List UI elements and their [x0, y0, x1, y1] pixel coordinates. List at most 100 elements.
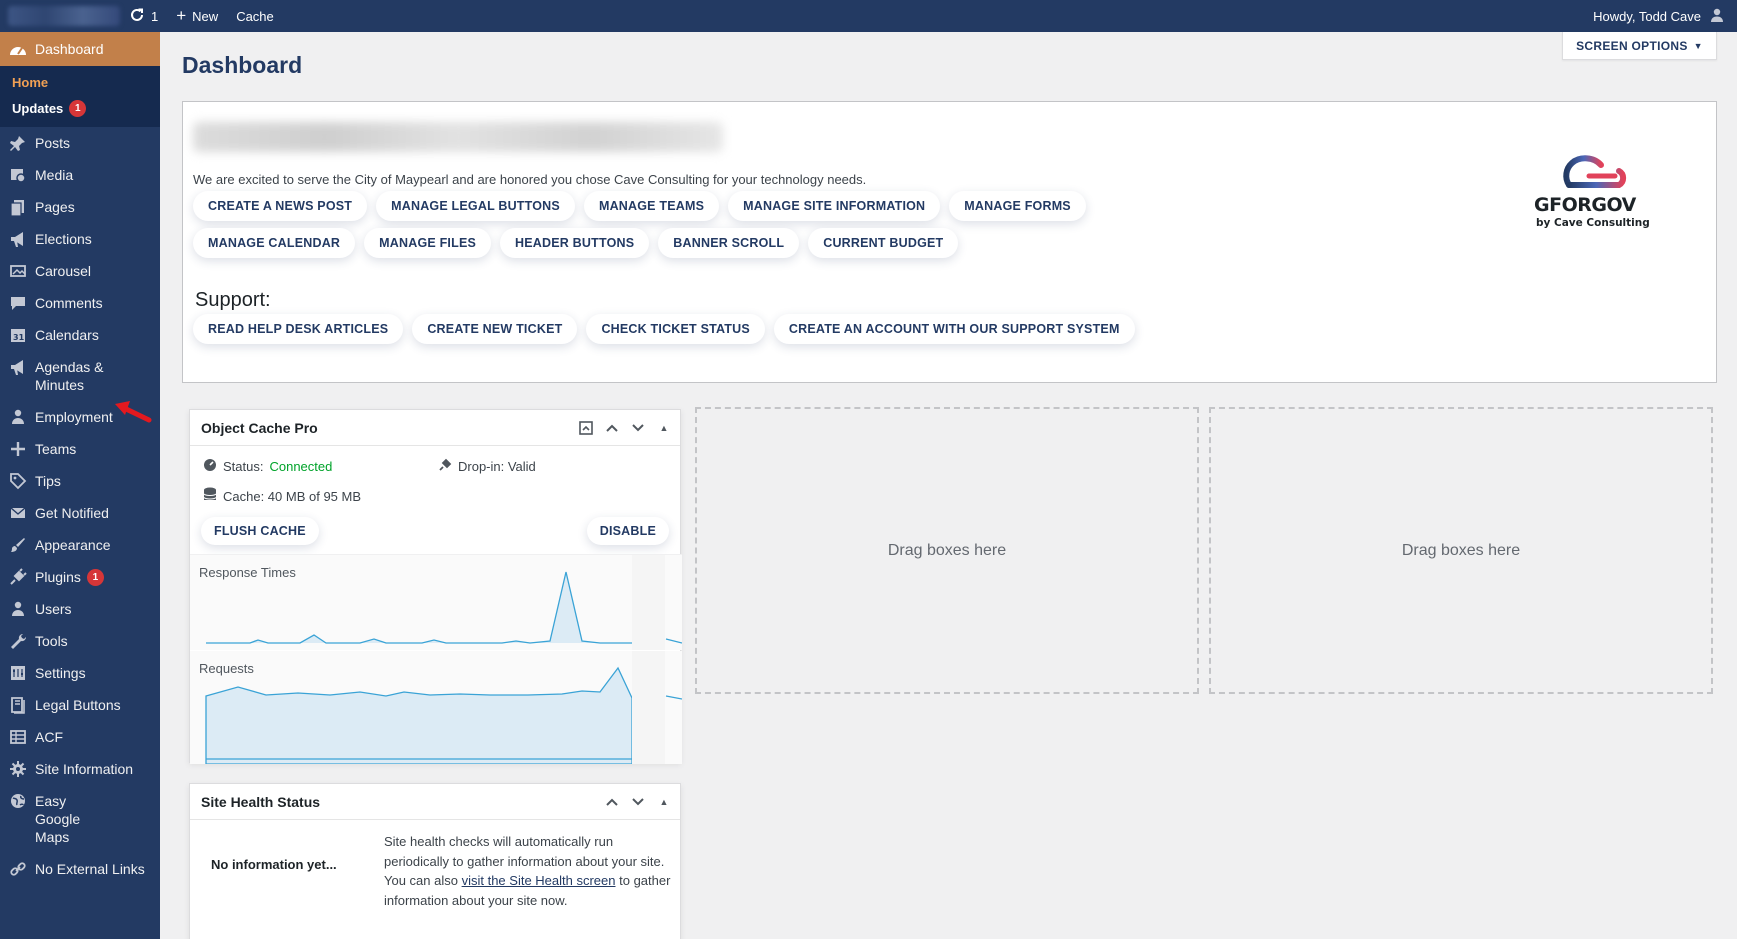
- move-down-icon[interactable]: [629, 793, 647, 811]
- cache-menu[interactable]: Cache: [227, 0, 283, 32]
- sidebar-item-get-notified[interactable]: Get Notified: [0, 497, 160, 529]
- submenu-home[interactable]: Home: [0, 70, 160, 95]
- manage-calendar-button[interactable]: MANAGE CALENDAR: [193, 228, 356, 258]
- manage-teams-button[interactable]: MANAGE TEAMS: [583, 191, 720, 221]
- sidebar-item-elections[interactable]: Elections: [0, 223, 160, 255]
- welcome-heading-blurred: [193, 122, 723, 152]
- sidebar-item-label: No External Links: [35, 861, 145, 877]
- sidebar-item-label: Teams: [35, 441, 77, 457]
- plus-icon: +: [176, 6, 187, 25]
- sidebar-item-plugins[interactable]: Plugins 1: [0, 561, 160, 593]
- manage-legal-buttons-button[interactable]: MANAGE LEGAL BUTTONS: [376, 191, 575, 221]
- email-icon: [8, 504, 28, 522]
- admin-sidebar: Dashboard Home Updates 1 Posts Media Pages E…: [0, 32, 160, 939]
- check-ticket-status-button[interactable]: CHECK TICKET STATUS: [586, 314, 765, 344]
- account-menu[interactable]: Howdy, Todd Cave: [1593, 7, 1737, 26]
- sidebar-item-legal-buttons[interactable]: Legal Buttons: [0, 689, 160, 721]
- sidebar-item-label: Get Notified: [35, 505, 109, 521]
- sidebar-item-users[interactable]: Users: [0, 593, 160, 625]
- pin-icon: [8, 134, 28, 152]
- create-a-news-post-button[interactable]: CREATE A NEWS POST: [193, 191, 368, 221]
- create-an-account-with-our-support-system-button[interactable]: CREATE AN ACCOUNT WITH OUR SUPPORT SYSTE…: [773, 314, 1135, 344]
- dashboard-submenu: Home Updates 1: [0, 66, 160, 127]
- new-content-button[interactable]: + New: [167, 0, 227, 32]
- toggle-panel-icon[interactable]: ▲: [655, 419, 673, 437]
- sidebar-item-label: Calendars: [35, 327, 99, 343]
- howdy-text: Howdy, Todd Cave: [1593, 8, 1701, 24]
- sidebar-item-posts[interactable]: Posts: [0, 127, 160, 159]
- settings-icon: [8, 664, 28, 682]
- screen-options-label: SCREEN OPTIONS: [1576, 38, 1688, 53]
- sidebar-item-label: Tools: [35, 633, 68, 649]
- widget-settings-icon[interactable]: [577, 419, 595, 437]
- drop-zone-label: Drag boxes here: [1401, 541, 1521, 559]
- current-budget-button[interactable]: CURRENT BUDGET: [808, 228, 959, 258]
- sidebar-item-label: Easy Google Maps: [35, 793, 81, 845]
- sidebar-item-label: Media: [35, 167, 74, 183]
- sidebar-item-dashboard[interactable]: Dashboard: [0, 32, 160, 66]
- submenu-home-label: Home: [12, 75, 49, 90]
- cache-status: Status: Connected: [203, 458, 332, 475]
- sidebar-menu-list: Posts Media Pages Elections Carousel Comments…: [0, 127, 160, 885]
- pages-icon: [8, 198, 28, 216]
- sidebar-item-media[interactable]: Media: [0, 159, 160, 191]
- sidebar-item-teams[interactable]: Teams: [0, 433, 160, 465]
- cache-usage: Cache: 40 MB of 95 MB: [203, 487, 361, 505]
- manage-site-information-button[interactable]: MANAGE SITE INFORMATION: [728, 191, 941, 221]
- sidebar-item-label: Pages: [35, 199, 75, 215]
- wrench-icon: [8, 632, 28, 650]
- sidebar-item-acf[interactable]: ACF: [0, 721, 160, 753]
- sidebar-item-calendars[interactable]: 31 Calendars: [0, 319, 160, 351]
- sidebar-item-settings[interactable]: Settings: [0, 657, 160, 689]
- sidebar-item-no-external-links[interactable]: No External Links: [0, 853, 160, 885]
- sidebar-item-pages[interactable]: Pages: [0, 191, 160, 223]
- site-health-widget: Site Health Status ▲ No information yet.…: [189, 783, 681, 939]
- sidebar-item-agendas-minutes[interactable]: Agendas & Minutes: [0, 351, 160, 401]
- plugin-icon: [8, 568, 28, 586]
- site-name-blurred[interactable]: [8, 6, 120, 26]
- object-cache-header: Object Cache Pro ▲: [190, 410, 680, 446]
- response-times-chart: Response Times: [190, 554, 682, 650]
- screen-options-button[interactable]: SCREEN OPTIONS ▼: [1562, 32, 1717, 60]
- sidebar-item-carousel[interactable]: Carousel: [0, 255, 160, 287]
- drop-zone-2[interactable]: Drag boxes here: [1209, 407, 1713, 694]
- move-down-icon[interactable]: [629, 419, 647, 437]
- manage-forms-button[interactable]: MANAGE FORMS: [949, 191, 1086, 221]
- dashboard-icon: [8, 40, 28, 58]
- status-value: Connected: [269, 459, 333, 474]
- sidebar-item-tools[interactable]: Tools: [0, 625, 160, 657]
- manage-files-button[interactable]: MANAGE FILES: [364, 228, 492, 258]
- create-new-ticket-button[interactable]: CREATE NEW TICKET: [412, 314, 578, 344]
- svg-text:31: 31: [13, 333, 25, 342]
- sidebar-item-site-information[interactable]: Site Information: [0, 753, 160, 785]
- status-label: Status:: [223, 459, 264, 474]
- gear-icon: [8, 760, 28, 778]
- sidebar-item-comments[interactable]: Comments: [0, 287, 160, 319]
- site-health-link[interactable]: visit the Site Health screen: [462, 873, 616, 888]
- object-cache-title: Object Cache Pro: [201, 419, 318, 436]
- site-health-no-info: No information yet...: [211, 857, 337, 872]
- plugins-update-badge: 1: [86, 569, 104, 586]
- flush-cache-button[interactable]: FLUSH CACHE: [201, 517, 319, 545]
- banner-scroll-button[interactable]: BANNER SCROLL: [658, 228, 800, 258]
- dropin-text: Drop-in: Valid: [458, 459, 536, 474]
- move-up-icon[interactable]: [603, 419, 621, 437]
- move-up-icon[interactable]: [603, 793, 621, 811]
- drop-zone-1[interactable]: Drag boxes here: [695, 407, 1199, 694]
- object-cache-widget: Object Cache Pro ▲ Status: Connected Dro…: [189, 409, 682, 764]
- toggle-panel-icon[interactable]: ▲: [655, 793, 673, 811]
- sidebar-item-label: Agendas & Minutes: [35, 359, 104, 393]
- disable-cache-button[interactable]: DISABLE: [586, 517, 669, 545]
- read-help-desk-articles-button[interactable]: READ HELP DESK ARTICLES: [193, 314, 404, 344]
- sidebar-item-tips[interactable]: Tips: [0, 465, 160, 497]
- sidebar-item-label: Employment: [35, 409, 113, 425]
- sidebar-item-easy-google-maps[interactable]: Easy Google Maps: [0, 785, 160, 853]
- header-buttons-button[interactable]: HEADER BUTTONS: [500, 228, 650, 258]
- submenu-updates[interactable]: Updates 1: [0, 95, 160, 122]
- sidebar-item-label: Elections: [35, 231, 92, 247]
- link-icon: [8, 860, 28, 878]
- sidebar-item-appearance[interactable]: Appearance: [0, 529, 160, 561]
- updates-button[interactable]: 1: [120, 0, 167, 32]
- book-icon: [8, 696, 28, 714]
- plus-icon: [8, 440, 28, 458]
